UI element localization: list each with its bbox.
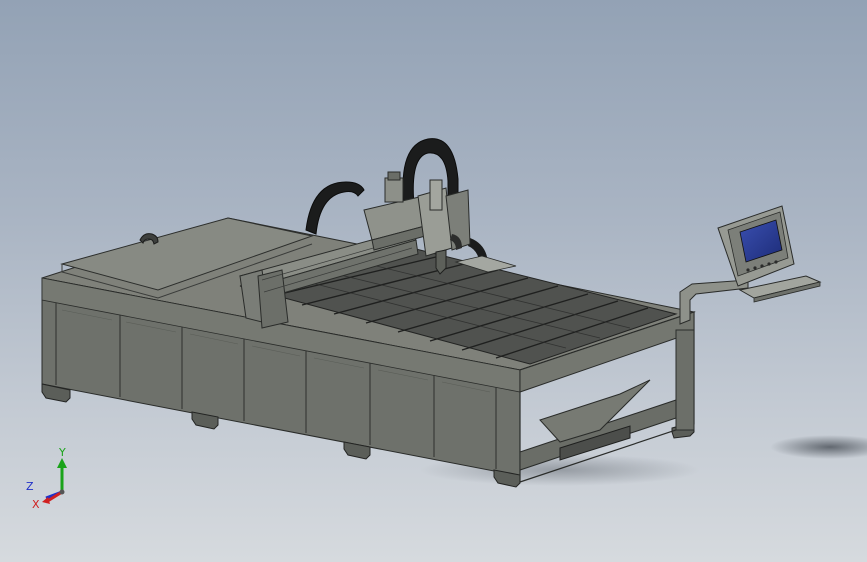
cutting-head-motor bbox=[384, 177, 404, 203]
triad-origin bbox=[59, 489, 65, 495]
z-axis-slot bbox=[429, 179, 443, 211]
cad-viewport[interactable]: Y Z X bbox=[0, 0, 867, 562]
gantry-left-carriage bbox=[257, 269, 289, 329]
cable-chain-small bbox=[305, 181, 365, 235]
ground-shadow bbox=[770, 435, 867, 459]
laser-cutting-machine-model[interactable] bbox=[0, 0, 867, 562]
coordinate-triad[interactable]: Y Z X bbox=[24, 444, 76, 510]
x-axis-label: X bbox=[32, 498, 40, 510]
right-corner-post bbox=[675, 329, 695, 431]
z-axis-label: Z bbox=[26, 480, 34, 493]
y-axis-arrow-icon bbox=[57, 458, 67, 468]
cutting-head-motor-top bbox=[387, 171, 401, 181]
y-axis-label: Y bbox=[58, 446, 66, 459]
